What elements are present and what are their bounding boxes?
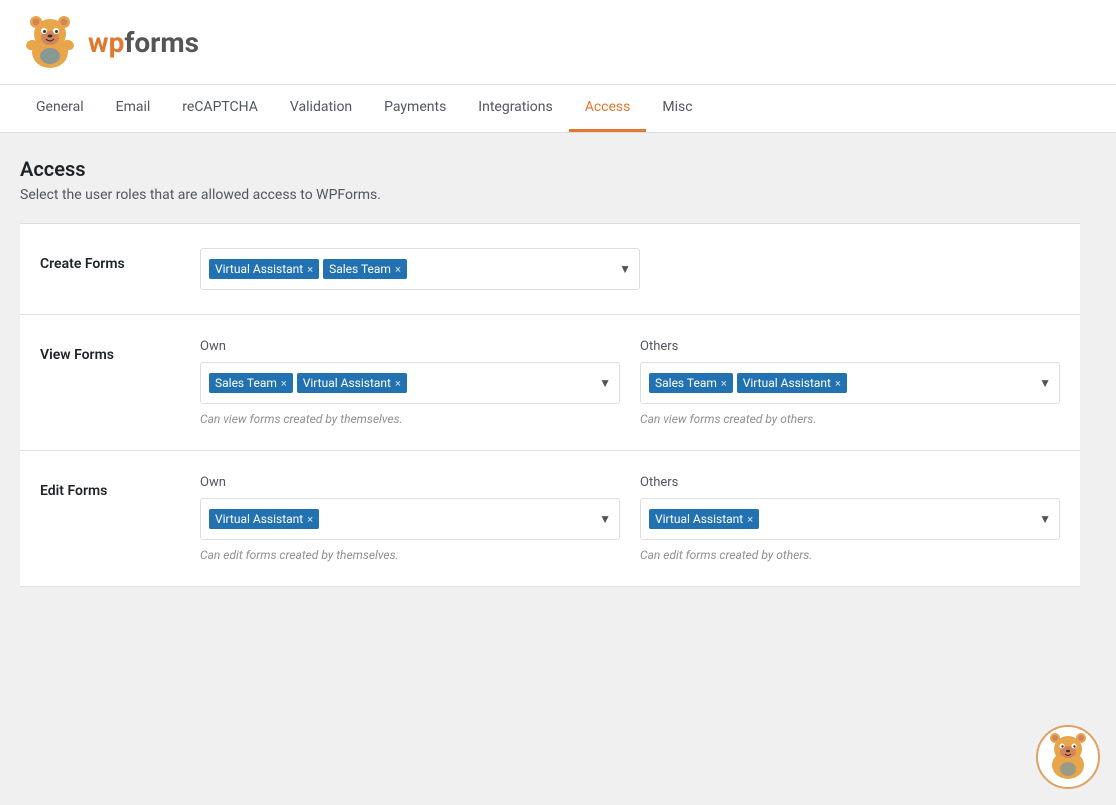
edit-forms-own-block: Own Virtual Assistant × ▼ Can edit forms… bbox=[200, 475, 620, 562]
tag-remove-virtual-assistant-view-own[interactable]: × bbox=[395, 377, 401, 390]
edit-forms-others-dropdown-arrow[interactable]: ▼ bbox=[1031, 512, 1051, 526]
tab-access[interactable]: Access bbox=[569, 85, 647, 132]
tag-virtual-assistant-edit-others[interactable]: Virtual Assistant × bbox=[649, 509, 759, 529]
edit-forms-fields: Own Virtual Assistant × ▼ Can edit forms… bbox=[200, 475, 1060, 562]
tab-payments[interactable]: Payments bbox=[368, 85, 462, 132]
tag-remove-sales-team-create[interactable]: × bbox=[395, 263, 401, 276]
tag-remove-virtual-assistant-create[interactable]: × bbox=[307, 263, 313, 276]
logo-text: wpforms bbox=[88, 26, 199, 59]
tag-remove-sales-team-view-own[interactable]: × bbox=[281, 377, 287, 390]
create-forms-label: Create Forms bbox=[40, 248, 180, 272]
tab-general[interactable]: General bbox=[20, 85, 100, 132]
tag-sales-team-create[interactable]: Sales Team × bbox=[323, 259, 407, 279]
edit-forms-others-select[interactable]: Virtual Assistant × ▼ bbox=[640, 498, 1060, 540]
edit-forms-label: Edit Forms bbox=[40, 475, 180, 499]
edit-forms-others-hint: Can edit forms created by others. bbox=[640, 548, 1060, 562]
logo-bear-icon bbox=[20, 12, 80, 72]
tag-virtual-assistant-create[interactable]: Virtual Assistant × bbox=[209, 259, 319, 279]
header: wpforms bbox=[0, 0, 1116, 85]
tab-recaptcha[interactable]: reCAPTCHA bbox=[166, 85, 274, 132]
edit-forms-own-dropdown-arrow[interactable]: ▼ bbox=[591, 512, 611, 526]
edit-forms-own-hint: Can edit forms created by themselves. bbox=[200, 548, 620, 562]
view-forms-fields: Own Sales Team × Virtual Assistant × ▼ C… bbox=[200, 339, 1060, 426]
tab-email[interactable]: Email bbox=[100, 85, 167, 132]
edit-forms-others-label: Others bbox=[640, 475, 1060, 490]
page-title: Access bbox=[20, 157, 1080, 181]
mascot-bear-icon bbox=[1038, 727, 1098, 787]
tag-virtual-assistant-edit-own[interactable]: Virtual Assistant × bbox=[209, 509, 319, 529]
edit-forms-row: Edit Forms Own Virtual Assistant × ▼ Can… bbox=[20, 451, 1080, 587]
tag-remove-virtual-assistant-view-others[interactable]: × bbox=[835, 377, 841, 390]
view-forms-own-dropdown-arrow[interactable]: ▼ bbox=[591, 376, 611, 390]
tag-virtual-assistant-view-own[interactable]: Virtual Assistant × bbox=[297, 373, 407, 393]
tab-misc[interactable]: Misc bbox=[646, 85, 708, 132]
page-description: Select the user roles that are allowed a… bbox=[20, 187, 1080, 203]
logo: wpforms bbox=[20, 12, 199, 72]
tab-validation[interactable]: Validation bbox=[274, 85, 368, 132]
view-forms-others-hint: Can view forms created by others. bbox=[640, 412, 1060, 426]
tab-integrations[interactable]: Integrations bbox=[462, 85, 568, 132]
view-forms-own-hint: Can view forms created by themselves. bbox=[200, 412, 620, 426]
edit-forms-own-select[interactable]: Virtual Assistant × ▼ bbox=[200, 498, 620, 540]
mascot-help-button[interactable] bbox=[1036, 725, 1100, 789]
tag-virtual-assistant-view-others[interactable]: Virtual Assistant × bbox=[737, 373, 847, 393]
view-forms-own-block: Own Sales Team × Virtual Assistant × ▼ C… bbox=[200, 339, 620, 426]
view-forms-others-dropdown-arrow[interactable]: ▼ bbox=[1031, 376, 1051, 390]
view-forms-row: View Forms Own Sales Team × Virtual Assi… bbox=[20, 315, 1080, 451]
tag-sales-team-view-own[interactable]: Sales Team × bbox=[209, 373, 293, 393]
view-forms-others-select[interactable]: Sales Team × Virtual Assistant × ▼ bbox=[640, 362, 1060, 404]
view-forms-own-select[interactable]: Sales Team × Virtual Assistant × ▼ bbox=[200, 362, 620, 404]
create-forms-dropdown-arrow[interactable]: ▼ bbox=[611, 262, 631, 276]
section-create-forms: Create Forms Virtual Assistant × Sales T… bbox=[20, 223, 1080, 587]
edit-forms-own-label: Own bbox=[200, 475, 620, 490]
tag-remove-sales-team-view-others[interactable]: × bbox=[721, 377, 727, 390]
nav-tabs: General Email reCAPTCHA Validation Payme… bbox=[0, 85, 1116, 133]
create-forms-select[interactable]: Virtual Assistant × Sales Team × ▼ bbox=[200, 248, 640, 290]
content-area: Access Select the user roles that are al… bbox=[0, 133, 1100, 611]
edit-forms-others-block: Others Virtual Assistant × ▼ Can edit fo… bbox=[640, 475, 1060, 562]
view-forms-label: View Forms bbox=[40, 339, 180, 363]
view-forms-others-label: Others bbox=[640, 339, 1060, 354]
create-forms-row: Create Forms Virtual Assistant × Sales T… bbox=[20, 224, 1080, 315]
view-forms-own-label: Own bbox=[200, 339, 620, 354]
tag-remove-virtual-assistant-edit-own[interactable]: × bbox=[307, 513, 313, 526]
view-forms-others-block: Others Sales Team × Virtual Assistant × … bbox=[640, 339, 1060, 426]
tag-sales-team-view-others[interactable]: Sales Team × bbox=[649, 373, 733, 393]
tag-remove-virtual-assistant-edit-others[interactable]: × bbox=[747, 513, 753, 526]
